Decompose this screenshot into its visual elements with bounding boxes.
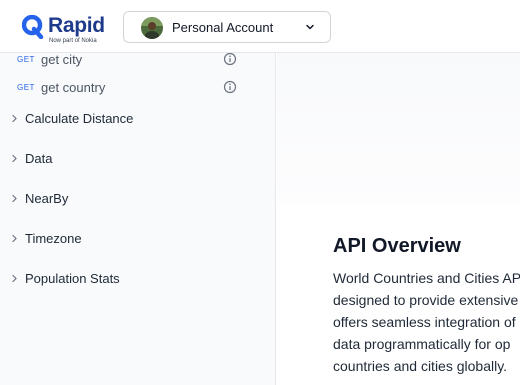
description-line: offers seamless integration of	[333, 314, 516, 330]
chevron-right-icon	[12, 274, 17, 283]
rapid-logo-mark-icon	[22, 15, 44, 39]
group-label: Data	[25, 151, 53, 166]
api-description: World Countries and Cities API is design…	[333, 267, 520, 377]
overview-banner	[277, 53, 520, 205]
avatar	[141, 17, 163, 39]
group-data[interactable]: Data	[0, 146, 276, 172]
http-method-badge: GET	[17, 55, 35, 64]
top-bar: Rapid Now part of Nokia Personal Account	[0, 0, 520, 53]
group-label: Timezone	[25, 231, 82, 246]
account-switcher[interactable]: Personal Account	[123, 11, 331, 43]
endpoint-label: get city	[41, 52, 83, 67]
info-icon[interactable]	[223, 80, 237, 94]
chevron-down-icon	[306, 24, 314, 30]
chevron-right-icon	[12, 194, 17, 203]
section-title: API Overview	[333, 235, 461, 257]
group-label: Population Stats	[25, 271, 120, 286]
info-icon[interactable]	[223, 52, 237, 66]
endpoint-get-country[interactable]: GET get country	[0, 77, 276, 101]
description-line: data programmatically for op	[333, 336, 511, 352]
chevron-right-icon	[12, 114, 17, 123]
group-nearby[interactable]: NearBy	[0, 186, 276, 212]
chevron-right-icon	[12, 154, 17, 163]
group-calculate-distance[interactable]: Calculate Distance	[0, 106, 276, 132]
description-line: countries and cities globally.	[333, 358, 508, 374]
account-label: Personal Account	[172, 20, 274, 35]
group-label: Calculate Distance	[25, 111, 134, 126]
group-timezone[interactable]: Timezone	[0, 226, 276, 252]
group-population-stats[interactable]: Population Stats	[0, 266, 276, 292]
group-label: NearBy	[25, 191, 69, 206]
rapid-logo[interactable]: Rapid Now part of Nokia	[22, 13, 112, 47]
description-line: designed to provide extensive	[333, 292, 519, 308]
http-method-badge: GET	[17, 83, 35, 92]
main-content: API Overview World Countries and Cities …	[277, 53, 520, 385]
brand-tagline: Now part of Nokia	[49, 38, 97, 44]
description-line: World Countries and Cities API is	[333, 270, 520, 286]
endpoint-sidebar: GET get city GET get country Calculate D…	[0, 52, 276, 385]
chevron-right-icon	[12, 234, 17, 243]
endpoint-label: get country	[41, 80, 106, 95]
brand-name: Rapid	[48, 14, 105, 37]
